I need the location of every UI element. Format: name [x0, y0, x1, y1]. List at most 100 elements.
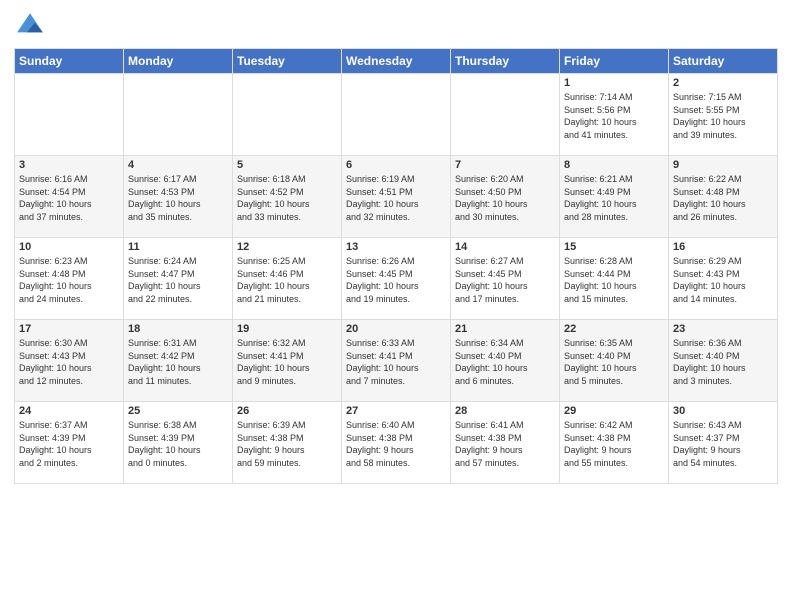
calendar-cell — [342, 74, 451, 156]
calendar-day-header: Saturday — [669, 49, 778, 74]
day-number: 18 — [128, 323, 228, 335]
day-number: 5 — [237, 159, 337, 171]
day-info: Sunrise: 6:23 AM Sunset: 4:48 PM Dayligh… — [19, 255, 119, 305]
day-number: 10 — [19, 241, 119, 253]
calendar-day-header: Thursday — [451, 49, 560, 74]
day-number: 25 — [128, 405, 228, 417]
calendar-cell: 19Sunrise: 6:32 AM Sunset: 4:41 PM Dayli… — [233, 320, 342, 402]
day-number: 23 — [673, 323, 773, 335]
day-info: Sunrise: 6:27 AM Sunset: 4:45 PM Dayligh… — [455, 255, 555, 305]
calendar-cell: 8 Sunrise: 6:21 AM Sunset: 4:49 PM Daylig… — [560, 156, 669, 238]
day-number: 3 — [19, 159, 119, 171]
day-number: 8 — [564, 159, 664, 171]
day-number: 19 — [237, 323, 337, 335]
day-number: 13 — [346, 241, 446, 253]
calendar-cell: 9 Sunrise: 6:22 AM Sunset: 4:48 PM Daylig… — [669, 156, 778, 238]
calendar-day-header: Wednesday — [342, 49, 451, 74]
calendar: SundayMondayTuesdayWednesdayThursdayFrid… — [14, 48, 778, 484]
calendar-cell: 3 Sunrise: 6:16 AM Sunset: 4:54 PM Daylig… — [15, 156, 124, 238]
calendar-day-header: Sunday — [15, 49, 124, 74]
day-number: 21 — [455, 323, 555, 335]
day-number: 7 — [455, 159, 555, 171]
calendar-week-row: 17Sunrise: 6:30 AM Sunset: 4:43 PM Dayli… — [15, 320, 778, 402]
calendar-cell: 21 Sunrise: 6:34 AM Sunset: 4:40 PM Dayli… — [451, 320, 560, 402]
day-info: Sunrise: 6:30 AM Sunset: 4:43 PM Dayligh… — [19, 337, 119, 387]
calendar-day-header: Friday — [560, 49, 669, 74]
day-info: Sunrise: 6:22 AM Sunset: 4:48 PM Dayligh… — [673, 173, 773, 223]
calendar-cell: 13 Sunrise: 6:26 AM Sunset: 4:45 PM Dayli… — [342, 238, 451, 320]
day-info: Sunrise: 6:36 AM Sunset: 4:40 PM Dayligh… — [673, 337, 773, 387]
day-info: Sunrise: 6:16 AM Sunset: 4:54 PM Dayligh… — [19, 173, 119, 223]
calendar-cell: 1 Sunrise: 7:14 AM Sunset: 5:56 PM Daylig… — [560, 74, 669, 156]
day-info: Sunrise: 7:14 AM Sunset: 5:56 PM Dayligh… — [564, 91, 664, 141]
calendar-cell: 2 Sunrise: 7:15 AM Sunset: 5:55 PM Daylig… — [669, 74, 778, 156]
calendar-week-row: 24 Sunrise: 6:37 AM Sunset: 4:39 PM Dayli… — [15, 402, 778, 484]
calendar-cell: 12 Sunrise: 6:25 AM Sunset: 4:46 PM Dayli… — [233, 238, 342, 320]
day-info: Sunrise: 6:40 AM Sunset: 4:38 PM Dayligh… — [346, 419, 446, 469]
calendar-cell: 17Sunrise: 6:30 AM Sunset: 4:43 PM Dayli… — [15, 320, 124, 402]
day-info: Sunrise: 6:18 AM Sunset: 4:52 PM Dayligh… — [237, 173, 337, 223]
day-info: Sunrise: 6:33 AM Sunset: 4:41 PM Dayligh… — [346, 337, 446, 387]
day-info: Sunrise: 6:28 AM Sunset: 4:44 PM Dayligh… — [564, 255, 664, 305]
header — [14, 10, 778, 42]
calendar-cell: 26Sunrise: 6:39 AM Sunset: 4:38 PM Dayli… — [233, 402, 342, 484]
day-info: Sunrise: 6:26 AM Sunset: 4:45 PM Dayligh… — [346, 255, 446, 305]
logo — [14, 10, 50, 42]
calendar-cell: 27 Sunrise: 6:40 AM Sunset: 4:38 PM Dayli… — [342, 402, 451, 484]
calendar-cell: 5 Sunrise: 6:18 AM Sunset: 4:52 PM Daylig… — [233, 156, 342, 238]
day-info: Sunrise: 6:29 AM Sunset: 4:43 PM Dayligh… — [673, 255, 773, 305]
calendar-cell: 11 Sunrise: 6:24 AM Sunset: 4:47 PM Dayli… — [124, 238, 233, 320]
calendar-cell: 28 Sunrise: 6:41 AM Sunset: 4:38 PM Dayli… — [451, 402, 560, 484]
day-number: 11 — [128, 241, 228, 253]
day-number: 29 — [564, 405, 664, 417]
calendar-cell: 7 Sunrise: 6:20 AM Sunset: 4:50 PM Daylig… — [451, 156, 560, 238]
day-number: 24 — [19, 405, 119, 417]
day-number: 14 — [455, 241, 555, 253]
day-info: Sunrise: 6:20 AM Sunset: 4:50 PM Dayligh… — [455, 173, 555, 223]
day-info: Sunrise: 6:24 AM Sunset: 4:47 PM Dayligh… — [128, 255, 228, 305]
calendar-cell: 16 Sunrise: 6:29 AM Sunset: 4:43 PM Dayli… — [669, 238, 778, 320]
logo-icon — [14, 10, 46, 42]
day-number: 16 — [673, 241, 773, 253]
calendar-cell: 6 Sunrise: 6:19 AM Sunset: 4:51 PM Daylig… — [342, 156, 451, 238]
day-info: Sunrise: 6:25 AM Sunset: 4:46 PM Dayligh… — [237, 255, 337, 305]
calendar-cell — [451, 74, 560, 156]
day-info: Sunrise: 6:43 AM Sunset: 4:37 PM Dayligh… — [673, 419, 773, 469]
day-info: Sunrise: 6:41 AM Sunset: 4:38 PM Dayligh… — [455, 419, 555, 469]
calendar-cell — [15, 74, 124, 156]
day-info: Sunrise: 6:31 AM Sunset: 4:42 PM Dayligh… — [128, 337, 228, 387]
day-info: Sunrise: 6:21 AM Sunset: 4:49 PM Dayligh… — [564, 173, 664, 223]
day-number: 27 — [346, 405, 446, 417]
calendar-cell: 10 Sunrise: 6:23 AM Sunset: 4:48 PM Dayli… — [15, 238, 124, 320]
day-info: Sunrise: 6:38 AM Sunset: 4:39 PM Dayligh… — [128, 419, 228, 469]
calendar-cell: 25 Sunrise: 6:38 AM Sunset: 4:39 PM Dayli… — [124, 402, 233, 484]
calendar-header-row: SundayMondayTuesdayWednesdayThursdayFrid… — [15, 49, 778, 74]
calendar-cell: 23 Sunrise: 6:36 AM Sunset: 4:40 PM Dayli… — [669, 320, 778, 402]
calendar-cell: 4Sunrise: 6:17 AM Sunset: 4:53 PM Daylig… — [124, 156, 233, 238]
day-number: 12 — [237, 241, 337, 253]
day-info: Sunrise: 6:35 AM Sunset: 4:40 PM Dayligh… — [564, 337, 664, 387]
day-number: 28 — [455, 405, 555, 417]
day-number: 4 — [128, 159, 228, 171]
calendar-cell: 30Sunrise: 6:43 AM Sunset: 4:37 PM Dayli… — [669, 402, 778, 484]
calendar-week-row: 10 Sunrise: 6:23 AM Sunset: 4:48 PM Dayli… — [15, 238, 778, 320]
day-number: 6 — [346, 159, 446, 171]
day-info: Sunrise: 6:37 AM Sunset: 4:39 PM Dayligh… — [19, 419, 119, 469]
day-number: 22 — [564, 323, 664, 335]
day-number: 9 — [673, 159, 773, 171]
day-info: Sunrise: 6:34 AM Sunset: 4:40 PM Dayligh… — [455, 337, 555, 387]
day-info: Sunrise: 6:42 AM Sunset: 4:38 PM Dayligh… — [564, 419, 664, 469]
day-info: Sunrise: 7:15 AM Sunset: 5:55 PM Dayligh… — [673, 91, 773, 141]
page: SundayMondayTuesdayWednesdayThursdayFrid… — [0, 0, 792, 612]
day-info: Sunrise: 6:19 AM Sunset: 4:51 PM Dayligh… — [346, 173, 446, 223]
calendar-cell — [124, 74, 233, 156]
calendar-cell: 14 Sunrise: 6:27 AM Sunset: 4:45 PM Dayli… — [451, 238, 560, 320]
calendar-cell: 18 Sunrise: 6:31 AM Sunset: 4:42 PM Dayli… — [124, 320, 233, 402]
calendar-week-row: 1 Sunrise: 7:14 AM Sunset: 5:56 PM Daylig… — [15, 74, 778, 156]
calendar-cell: 20Sunrise: 6:33 AM Sunset: 4:41 PM Dayli… — [342, 320, 451, 402]
day-number: 1 — [564, 77, 664, 89]
day-info: Sunrise: 6:39 AM Sunset: 4:38 PM Dayligh… — [237, 419, 337, 469]
calendar-day-header: Monday — [124, 49, 233, 74]
calendar-cell: 22 Sunrise: 6:35 AM Sunset: 4:40 PM Dayli… — [560, 320, 669, 402]
day-number: 2 — [673, 77, 773, 89]
